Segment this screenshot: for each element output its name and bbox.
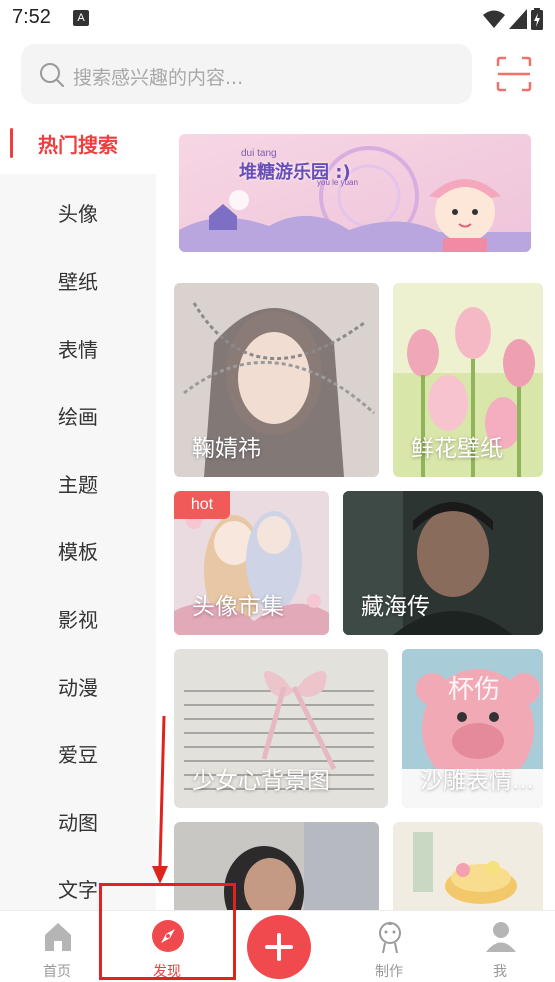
search-icon: [40, 63, 64, 87]
nav-home-label: 首页: [43, 964, 71, 980]
card-image-text: 杯伤: [448, 675, 501, 705]
search-bar[interactable]: 搜索感兴趣的内容...: [21, 44, 472, 104]
card-label: 头像市集: [192, 594, 284, 620]
user-icon: [486, 922, 516, 952]
topic-card[interactable]: [393, 822, 543, 910]
sidebar-item-painting[interactable]: 绘画: [0, 384, 156, 446]
wifi-icon: [483, 10, 505, 28]
card-label: 鞠婧祎: [192, 436, 261, 462]
bottom-nav: 首页 发现 制作 我: [0, 910, 555, 982]
create-button[interactable]: [247, 915, 311, 979]
sidebar-item-wallpaper[interactable]: 壁纸: [0, 249, 156, 311]
annotation-arrow: [152, 716, 168, 884]
topic-card[interactable]: 杯伤 沙雕表情...: [402, 649, 543, 808]
annotation-highlight-box: [99, 883, 236, 980]
topic-card[interactable]: hot 头像市集: [174, 491, 329, 635]
sidebar-item-template[interactable]: 模板: [0, 519, 156, 581]
card-label: 鲜花壁纸: [411, 436, 503, 462]
promo-banner[interactable]: dui tang 堆糖游乐园 :) you le yuan: [179, 134, 531, 252]
status-time: 7:52: [12, 6, 51, 28]
topic-card[interactable]: 鞠婧祎: [174, 283, 379, 477]
sidebar-item-theme[interactable]: 主题: [0, 452, 156, 514]
banner-illustration: [179, 134, 531, 252]
sidebar-item-idol[interactable]: 爱豆: [0, 722, 156, 784]
content-grid: dui tang 堆糖游乐园 :) you le yuan 鞠婧祎 鲜花壁纸 h…: [156, 112, 555, 910]
signal-icon: [509, 9, 527, 29]
topic-card[interactable]: 鲜花壁纸: [393, 283, 543, 477]
card-image: [393, 822, 543, 910]
topic-card[interactable]: 少女心背景图: [174, 649, 388, 808]
sidebar-item-stickers[interactable]: 表情: [0, 317, 156, 379]
card-label: 藏海传: [361, 594, 430, 620]
card-label: 少女心背景图: [192, 768, 330, 794]
mascot-icon: [379, 921, 401, 953]
search-placeholder: 搜索感兴趣的内容...: [73, 67, 244, 89]
nav-create-label: 制作: [375, 964, 403, 980]
scan-icon[interactable]: [496, 56, 532, 92]
sidebar-item-film[interactable]: 影视: [0, 587, 156, 649]
nav-me-label: 我: [493, 964, 507, 980]
hot-badge: hot: [174, 491, 230, 519]
nav-me[interactable]: 我: [455, 911, 545, 982]
sidebar-item-gif[interactable]: 动图: [0, 790, 156, 852]
topic-card[interactable]: 藏海传: [343, 491, 543, 635]
plus-icon: [265, 933, 293, 961]
nav-home[interactable]: 首页: [12, 911, 102, 982]
banner-romanization-bottom: you le yuan: [317, 178, 358, 187]
status-bar: 7:52 A: [0, 0, 555, 36]
category-sidebar: 热门搜索 头像 壁纸 表情 绘画 主题 模板 影视 动漫 爱豆 动图 文字: [0, 112, 156, 910]
sidebar-item-avatar[interactable]: 头像: [0, 181, 156, 243]
status-icons: [483, 8, 543, 30]
nav-create[interactable]: 制作: [344, 911, 434, 982]
sidebar-item-anime[interactable]: 动漫: [0, 655, 156, 717]
card-label: 沙雕表情...: [420, 768, 534, 794]
sidebar-item-hot-search[interactable]: 热门搜索: [0, 112, 156, 174]
notification-icon: A: [73, 10, 89, 26]
battery-icon: [531, 8, 543, 30]
home-icon: [45, 923, 71, 951]
